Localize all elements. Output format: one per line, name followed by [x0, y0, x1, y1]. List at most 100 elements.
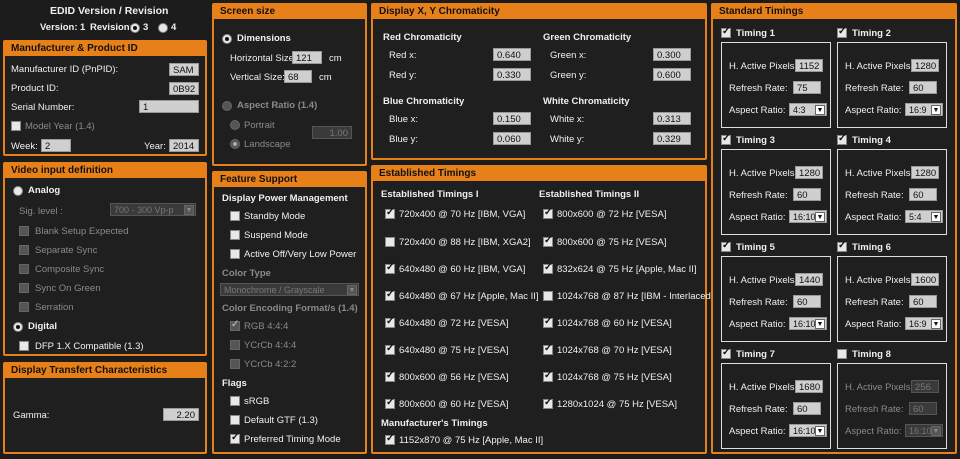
- digital-radio[interactable]: [13, 322, 23, 332]
- aspect-ratio-radio[interactable]: [222, 101, 232, 111]
- portrait-radio[interactable]: [230, 120, 240, 130]
- rgb444-checkbox[interactable]: [230, 319, 240, 331]
- timing-6-ar-select[interactable]: 16:9 ▼: [905, 317, 943, 330]
- timing-2-rr-input[interactable]: 60: [909, 81, 937, 94]
- timing-5-ar-select[interactable]: 16:10 ▼: [789, 317, 827, 330]
- dfp-checkbox[interactable]: [19, 341, 29, 351]
- timing-1-rr-input[interactable]: 75: [793, 81, 821, 94]
- timing-5-rr-input[interactable]: 60: [793, 295, 821, 308]
- established-2-checkbox-0[interactable]: [543, 207, 553, 219]
- established-1-checkbox-5[interactable]: [385, 343, 395, 355]
- white-x-input[interactable]: 0.313: [653, 112, 691, 125]
- ycrcb422-checkbox[interactable]: [230, 359, 240, 369]
- chromaticity-title: Display X, Y Chromaticity: [373, 5, 705, 19]
- timing-7-checkbox[interactable]: [721, 347, 731, 359]
- timing-3-hap-input[interactable]: 1280: [795, 166, 823, 179]
- color-type-select[interactable]: Monochrome / Grayscale ▼: [220, 283, 359, 296]
- timing-5-checkbox[interactable]: [721, 240, 731, 252]
- timing-3-rr-input[interactable]: 60: [793, 188, 821, 201]
- timing-7-ar-select[interactable]: 16:10 ▼: [789, 424, 827, 437]
- suspend-checkbox[interactable]: [230, 230, 240, 240]
- timing-2-rr-label: Refresh Rate:: [845, 83, 904, 94]
- established-1-checkbox-7[interactable]: [385, 397, 395, 409]
- white-y-input[interactable]: 0.329: [653, 132, 691, 145]
- separate-sync-label: Separate Sync: [35, 245, 98, 256]
- blue-x-input[interactable]: 0.150: [493, 112, 531, 125]
- timing-7-hap-input[interactable]: 1680: [795, 380, 823, 393]
- timing-1-ar-select[interactable]: 4:3 ▼: [789, 103, 827, 116]
- timing-8-hap-input[interactable]: 256: [911, 380, 939, 393]
- active-off-checkbox[interactable]: [230, 249, 240, 259]
- timing-4-hap-input[interactable]: 1280: [911, 166, 939, 179]
- hsize-input[interactable]: 121: [292, 51, 322, 64]
- model-year-checkbox[interactable]: [11, 121, 21, 131]
- timing-3-ar-select[interactable]: 16:10 ▼: [789, 210, 827, 223]
- default-gtf-checkbox[interactable]: [230, 415, 240, 425]
- timing-2-hap-input[interactable]: 1280: [911, 59, 939, 72]
- dimensions-radio[interactable]: [222, 34, 232, 44]
- week-label: Week:: [11, 141, 38, 152]
- timing-8-checkbox[interactable]: [837, 349, 847, 359]
- timing-6-rr-input[interactable]: 60: [909, 295, 937, 308]
- established-1-checkbox-4[interactable]: [385, 316, 395, 328]
- established-1-checkbox-2[interactable]: [385, 262, 395, 274]
- revision-3-radio[interactable]: [130, 23, 140, 33]
- timing-5-hap-input[interactable]: 1440: [795, 273, 823, 286]
- established-1-checkbox-6[interactable]: [385, 370, 395, 382]
- timing-8-ar-select[interactable]: 16:10 ▼: [905, 424, 943, 437]
- established-2-checkbox-3[interactable]: [543, 291, 553, 301]
- preferred-timing-checkbox[interactable]: [230, 432, 240, 444]
- timing-1-checkbox[interactable]: [721, 26, 731, 38]
- week-input[interactable]: 2: [41, 139, 71, 152]
- timing-2-ar-value: 16:9: [909, 105, 927, 115]
- red-x-input[interactable]: 0.640: [493, 48, 531, 61]
- analog-radio[interactable]: [13, 186, 23, 196]
- revision-4-radio[interactable]: [158, 23, 168, 33]
- timing-1-hap-input[interactable]: 1152: [795, 59, 823, 72]
- established-2-checkbox-5[interactable]: [543, 343, 553, 355]
- established-2-checkbox-4[interactable]: [543, 316, 553, 328]
- blank-setup-checkbox[interactable]: [19, 226, 29, 236]
- separate-sync-checkbox[interactable]: [19, 245, 29, 255]
- red-y-input[interactable]: 0.330: [493, 68, 531, 81]
- ycrcb444-checkbox[interactable]: [230, 340, 240, 350]
- established-1-checkbox-0[interactable]: [385, 207, 395, 219]
- blue-y-input[interactable]: 0.060: [493, 132, 531, 145]
- timing-2-checkbox[interactable]: [837, 26, 847, 38]
- established-2-checkbox-6[interactable]: [543, 370, 553, 382]
- manufacturer-timing-checkbox[interactable]: [385, 433, 395, 445]
- product-id-input[interactable]: 0B92: [169, 82, 199, 95]
- green-x-input[interactable]: 0.300: [653, 48, 691, 61]
- serial-number-input[interactable]: 1: [139, 100, 199, 113]
- timing-6-checkbox[interactable]: [837, 240, 847, 252]
- timing-3-checkbox[interactable]: [721, 133, 731, 145]
- standby-checkbox[interactable]: [230, 211, 240, 221]
- default-gtf-label: Default GTF (1.3): [244, 415, 318, 426]
- timing-4-checkbox[interactable]: [837, 133, 847, 145]
- aspect-value-input[interactable]: 1.00: [312, 126, 352, 139]
- timing-8-rr-input[interactable]: 60: [909, 402, 937, 415]
- timing-6-hap-input[interactable]: 1600: [911, 273, 939, 286]
- established-2-checkbox-2[interactable]: [543, 262, 553, 274]
- established-2-checkbox-1[interactable]: [543, 235, 553, 247]
- timing-7-rr-input[interactable]: 60: [793, 402, 821, 415]
- vsize-input[interactable]: 68: [284, 70, 312, 83]
- manufacturer-id-input[interactable]: SAM: [169, 63, 199, 76]
- gamma-input[interactable]: 2.20: [163, 408, 199, 421]
- sync-on-green-label: Sync On Green: [35, 283, 101, 294]
- timing-4-ar-select[interactable]: 5:4 ▼: [905, 210, 943, 223]
- timing-4-rr-input[interactable]: 60: [909, 188, 937, 201]
- composite-sync-checkbox[interactable]: [19, 264, 29, 274]
- serration-checkbox[interactable]: [19, 302, 29, 312]
- timing-2-ar-select[interactable]: 16:9 ▼: [905, 103, 943, 116]
- established-1-checkbox-1[interactable]: [385, 237, 395, 247]
- green-y-input[interactable]: 0.600: [653, 68, 691, 81]
- landscape-radio[interactable]: [230, 139, 240, 149]
- srgb-checkbox[interactable]: [230, 396, 240, 406]
- year-input[interactable]: 2014: [169, 139, 199, 152]
- established-2-checkbox-7[interactable]: [543, 397, 553, 409]
- sync-on-green-checkbox[interactable]: [19, 283, 29, 293]
- established-1-checkbox-3[interactable]: [385, 289, 395, 301]
- established-1-label-2: 640x480 @ 60 Hz [IBM, VGA]: [399, 264, 526, 275]
- sig-level-select[interactable]: 700 - 300 Vp-p ▼: [110, 203, 196, 216]
